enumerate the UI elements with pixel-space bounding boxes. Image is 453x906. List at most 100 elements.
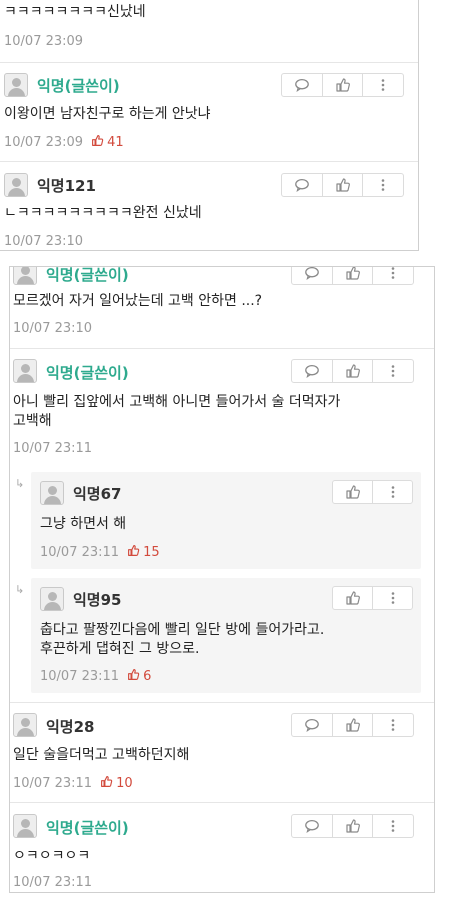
thumbs-up-icon xyxy=(345,363,361,379)
reply-meta: 10/07 23:11 6 xyxy=(40,668,151,684)
like-count: 6 xyxy=(127,669,151,684)
reply-actions xyxy=(332,586,413,610)
more-vertical-icon xyxy=(385,590,401,606)
reply-button[interactable] xyxy=(282,74,322,96)
avatar xyxy=(40,587,64,611)
avatar xyxy=(4,73,28,97)
more-vertical-icon xyxy=(385,363,401,379)
more-vertical-icon xyxy=(385,484,401,500)
divider xyxy=(10,802,434,803)
like-button[interactable] xyxy=(331,360,373,382)
like-count: 41 xyxy=(91,135,124,150)
more-button[interactable] xyxy=(362,74,403,96)
speech-bubble-icon xyxy=(304,266,320,281)
like-button[interactable] xyxy=(321,74,363,96)
like-button[interactable] xyxy=(333,481,372,503)
reply-button[interactable] xyxy=(292,714,332,736)
avatar xyxy=(40,481,64,505)
reply-meta: 10/07 23:11 15 xyxy=(40,544,160,560)
reply-button[interactable] xyxy=(292,815,332,837)
comment-actions xyxy=(291,713,414,737)
comment-author-op: 익명(글쓴이) xyxy=(46,819,129,837)
more-button[interactable] xyxy=(372,481,412,503)
like-button[interactable] xyxy=(331,714,373,736)
like-button[interactable] xyxy=(333,587,372,609)
comment-timestamp: 10/07 23:11 xyxy=(13,776,93,791)
more-button[interactable] xyxy=(372,587,412,609)
comment-actions xyxy=(291,266,414,285)
reply-button[interactable] xyxy=(282,174,322,196)
avatar xyxy=(4,173,28,197)
thumbs-up-icon xyxy=(127,668,140,681)
divider xyxy=(10,702,434,703)
comment-text-line-1: 아니 빨리 집앞에서 고백해 아니면 들어가서 술 더먹자가 xyxy=(13,394,341,410)
comment-panel-top: ㅋㅋㅋㅋㅋㅋㅋㅋ신났네 10/07 23:09 익명(글쓴이) 이왕이면 남자친… xyxy=(0,0,419,251)
more-vertical-icon xyxy=(375,77,391,93)
like-button[interactable] xyxy=(331,267,373,284)
comment-text: 모르겠어 자거 일어났는데 고백 안하면 ...? xyxy=(13,293,263,309)
avatar xyxy=(13,814,37,838)
reply-timestamp: 10/07 23:11 xyxy=(40,545,120,560)
reply-text: 그냥 하면서 해 xyxy=(40,516,127,532)
more-button[interactable] xyxy=(372,714,413,736)
comment-timestamp: 10/07 23:09 xyxy=(4,34,84,49)
more-vertical-icon xyxy=(375,177,391,193)
speech-bubble-icon xyxy=(294,77,310,93)
more-vertical-icon xyxy=(385,717,401,733)
like-button[interactable] xyxy=(321,174,363,196)
thumbs-up-icon xyxy=(335,177,351,193)
reply-button[interactable] xyxy=(292,266,332,284)
comment-actions xyxy=(281,173,404,197)
reply-box: 익명95 춥다고 팔짱낀다음에 빨리 일단 방에 들어가라고. 후끈하게 댑혀진… xyxy=(31,578,421,693)
comment-timestamp: 10/07 23:11 xyxy=(13,441,93,456)
comment-text: 이왕이면 남자친구로 하는게 안낫냐 xyxy=(4,106,211,122)
speech-bubble-icon xyxy=(304,363,320,379)
more-vertical-icon xyxy=(385,818,401,834)
reply-arrow-icon: ↳ xyxy=(15,477,25,490)
reply-arrow-icon: ↳ xyxy=(15,583,25,596)
thumbs-up-icon xyxy=(345,484,361,500)
reply-box: 익명67 그냥 하면서 해 10/07 23:11 15 xyxy=(31,472,421,569)
thumbs-up-icon xyxy=(91,134,104,147)
comment-author: 익명28 xyxy=(46,718,95,736)
comment-text-line-2: 고백해 xyxy=(13,413,52,429)
reply-timestamp: 10/07 23:11 xyxy=(40,669,120,684)
avatar xyxy=(13,359,37,383)
comment-text: ㄴㅋㅋㅋㅋㅋㅋㅋㅋㅋ완전 신났네 xyxy=(4,205,202,221)
more-button[interactable] xyxy=(372,815,413,837)
reply-author: 익명95 xyxy=(73,591,122,609)
reply-text-line-2: 후끈하게 댑혀진 그 방으로. xyxy=(40,641,200,657)
divider xyxy=(0,161,418,162)
comment-author: 익명121 xyxy=(37,177,96,195)
comment-timestamp: 10/07 23:09 xyxy=(4,135,84,150)
comment-timestamp: 10/07 23:11 xyxy=(13,875,93,890)
more-button[interactable] xyxy=(372,360,413,382)
comment-text: 일단 술을더먹고 고백하던지해 xyxy=(13,747,190,763)
speech-bubble-icon xyxy=(304,818,320,834)
more-vertical-icon xyxy=(385,266,401,281)
reply-button[interactable] xyxy=(292,360,332,382)
reply-text-line-1: 춥다고 팔짱낀다음에 빨리 일단 방에 들어가라고. xyxy=(40,622,325,638)
reply-actions xyxy=(332,480,413,504)
comment-author-op: 익명(글쓴이) xyxy=(46,266,129,284)
avatar xyxy=(13,713,37,737)
thumbs-up-icon xyxy=(335,77,351,93)
comment-text: ㅋㅋㅋㅋㅋㅋㅋㅋ신났네 xyxy=(4,4,146,20)
comment-actions xyxy=(291,814,414,838)
thumbs-up-icon xyxy=(345,717,361,733)
like-button[interactable] xyxy=(331,815,373,837)
comment-author-op: 익명(글쓴이) xyxy=(46,364,129,382)
comment-timestamp: 10/07 23:10 xyxy=(13,321,93,336)
divider xyxy=(10,348,434,349)
thumbs-up-icon xyxy=(127,544,140,557)
comment-timestamp: 10/07 23:10 xyxy=(4,234,84,249)
like-count: 15 xyxy=(127,545,160,560)
comment-text: ㅇㅋㅇㅋㅇㅋ xyxy=(13,848,91,864)
more-button[interactable] xyxy=(372,266,413,284)
speech-bubble-icon xyxy=(304,717,320,733)
more-button[interactable] xyxy=(362,174,403,196)
thumbs-up-icon xyxy=(345,590,361,606)
comment-meta: 10/07 23:11 10 xyxy=(13,775,133,791)
comment-author-op: 익명(글쓴이) xyxy=(37,77,120,95)
avatar xyxy=(13,267,37,285)
